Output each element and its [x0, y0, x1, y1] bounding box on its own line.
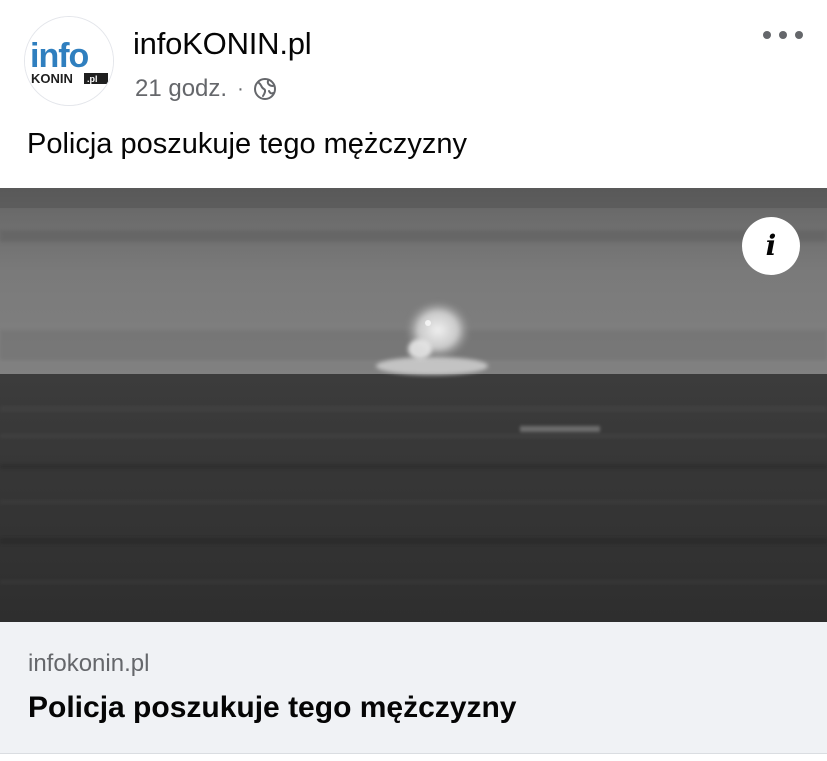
infokonin-logo: info KONIN .pl: [25, 17, 113, 105]
info-button[interactable]: i: [742, 217, 800, 275]
page-avatar[interactable]: info KONIN .pl: [24, 16, 114, 106]
globe-icon: [253, 78, 276, 100]
post-meta: 21 godz. ·: [135, 74, 277, 104]
more-dot: [795, 31, 803, 39]
link-title[interactable]: Policja poszukuje tego mężczyzny: [28, 691, 516, 725]
svg-text:KONIN: KONIN: [31, 71, 73, 86]
more-dot: [779, 31, 787, 39]
svg-text:.pl: .pl: [87, 74, 98, 84]
post-timestamp[interactable]: 21 godz.: [135, 75, 227, 103]
post-text: Policja poszukuje tego mężczyzny: [27, 128, 468, 160]
more-options-button[interactable]: [763, 22, 803, 48]
meta-separator: ·: [237, 77, 244, 100]
link-domain: infokonin.pl: [28, 650, 150, 677]
info-icon: i: [765, 229, 777, 262]
link-preview-card[interactable]: infokonin.pl Policja poszukuje tego mężc…: [0, 622, 827, 754]
post-header: info KONIN .pl infoKONIN.pl 21 godz. ·: [0, 0, 827, 110]
more-horizontal-icon: [763, 31, 771, 39]
page-name[interactable]: infoKONIN.pl: [133, 26, 312, 62]
thermal-photo: [0, 188, 827, 622]
post-image[interactable]: [0, 188, 827, 622]
svg-text:info: info: [30, 37, 89, 75]
